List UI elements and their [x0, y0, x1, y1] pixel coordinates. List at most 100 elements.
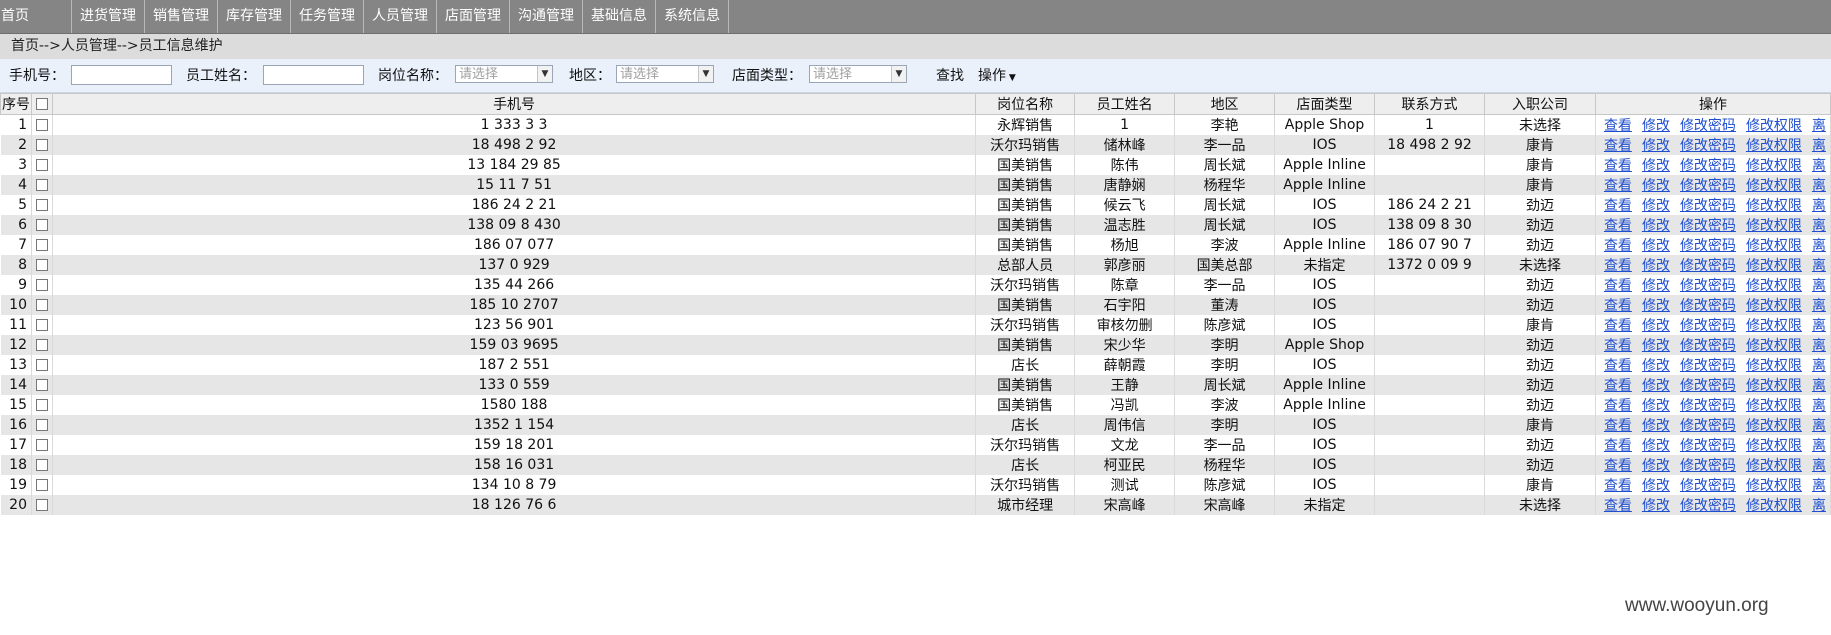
row-select-cell[interactable] — [31, 475, 53, 495]
resign-link[interactable]: 离 — [1812, 298, 1826, 314]
change-password-link[interactable]: 修改密码 — [1680, 458, 1736, 474]
change-permission-link[interactable]: 修改权限 — [1746, 138, 1802, 154]
nav-communication[interactable]: 沟通管理 — [510, 0, 583, 33]
row-select-cell[interactable] — [31, 255, 53, 275]
change-permission-link[interactable]: 修改权限 — [1746, 478, 1802, 494]
nav-basic-info[interactable]: 基础信息 — [583, 0, 656, 33]
resign-link[interactable]: 离 — [1812, 258, 1826, 274]
row-select-cell[interactable] — [31, 415, 53, 435]
change-permission-link[interactable]: 修改权限 — [1746, 338, 1802, 354]
row-select-cell[interactable] — [31, 215, 53, 235]
resign-link[interactable]: 离 — [1812, 118, 1826, 134]
view-link[interactable]: 查看 — [1604, 378, 1632, 394]
row-checkbox[interactable] — [35, 379, 48, 391]
resign-link[interactable]: 离 — [1812, 398, 1826, 414]
row-checkbox[interactable] — [35, 459, 48, 471]
resign-link[interactable]: 离 — [1812, 158, 1826, 174]
change-permission-link[interactable]: 修改权限 — [1746, 318, 1802, 334]
change-password-link[interactable]: 修改密码 — [1680, 418, 1736, 434]
change-password-link[interactable]: 修改密码 — [1680, 358, 1736, 374]
resign-link[interactable]: 离 — [1812, 278, 1826, 294]
view-link[interactable]: 查看 — [1604, 218, 1632, 234]
row-select-cell[interactable] — [31, 435, 53, 455]
row-checkbox[interactable] — [35, 159, 48, 171]
row-checkbox[interactable] — [35, 139, 48, 151]
edit-link[interactable]: 修改 — [1642, 178, 1670, 194]
resign-link[interactable]: 离 — [1812, 338, 1826, 354]
view-link[interactable]: 查看 — [1604, 118, 1632, 134]
row-checkbox[interactable] — [35, 399, 48, 411]
resign-link[interactable]: 离 — [1812, 458, 1826, 474]
nav-personnel[interactable]: 人员管理 — [364, 0, 437, 33]
row-select-cell[interactable] — [31, 275, 53, 295]
change-permission-link[interactable]: 修改权限 — [1746, 118, 1802, 134]
operations-menu-button[interactable]: 操作 ▼ — [978, 65, 1016, 89]
edit-link[interactable]: 修改 — [1642, 258, 1670, 274]
edit-link[interactable]: 修改 — [1642, 438, 1670, 454]
view-link[interactable]: 查看 — [1604, 358, 1632, 374]
change-password-link[interactable]: 修改密码 — [1680, 278, 1736, 294]
nav-tasks[interactable]: 任务管理 — [291, 0, 364, 33]
area-select[interactable]: 请选择 ▼ — [616, 65, 714, 83]
change-permission-link[interactable]: 修改权限 — [1746, 238, 1802, 254]
edit-link[interactable]: 修改 — [1642, 458, 1670, 474]
row-checkbox[interactable] — [35, 279, 48, 291]
view-link[interactable]: 查看 — [1604, 458, 1632, 474]
row-checkbox[interactable] — [35, 239, 48, 251]
employee-name-input[interactable] — [263, 65, 364, 85]
resign-link[interactable]: 离 — [1812, 438, 1826, 454]
row-select-cell[interactable] — [31, 495, 53, 515]
change-password-link[interactable]: 修改密码 — [1680, 218, 1736, 234]
edit-link[interactable]: 修改 — [1642, 118, 1670, 134]
view-link[interactable]: 查看 — [1604, 438, 1632, 454]
edit-link[interactable]: 修改 — [1642, 298, 1670, 314]
row-checkbox[interactable] — [35, 199, 48, 211]
view-link[interactable]: 查看 — [1604, 238, 1632, 254]
change-password-link[interactable]: 修改密码 — [1680, 158, 1736, 174]
nav-sales[interactable]: 销售管理 — [145, 0, 218, 33]
change-permission-link[interactable]: 修改权限 — [1746, 498, 1802, 514]
phone-input[interactable] — [71, 65, 172, 85]
row-checkbox[interactable] — [35, 499, 48, 511]
view-link[interactable]: 查看 — [1604, 138, 1632, 154]
resign-link[interactable]: 离 — [1812, 178, 1826, 194]
view-link[interactable]: 查看 — [1604, 398, 1632, 414]
change-password-link[interactable]: 修改密码 — [1680, 398, 1736, 414]
change-password-link[interactable]: 修改密码 — [1680, 138, 1736, 154]
row-select-cell[interactable] — [31, 335, 53, 355]
view-link[interactable]: 查看 — [1604, 278, 1632, 294]
change-password-link[interactable]: 修改密码 — [1680, 438, 1736, 454]
change-permission-link[interactable]: 修改权限 — [1746, 178, 1802, 194]
edit-link[interactable]: 修改 — [1642, 238, 1670, 254]
edit-link[interactable]: 修改 — [1642, 498, 1670, 514]
row-checkbox[interactable] — [35, 359, 48, 371]
change-password-link[interactable]: 修改密码 — [1680, 198, 1736, 214]
edit-link[interactable]: 修改 — [1642, 358, 1670, 374]
resign-link[interactable]: 离 — [1812, 138, 1826, 154]
nav-home[interactable]: 首页 — [0, 0, 72, 33]
row-select-cell[interactable] — [31, 135, 53, 155]
edit-link[interactable]: 修改 — [1642, 218, 1670, 234]
resign-link[interactable]: 离 — [1812, 198, 1826, 214]
row-checkbox[interactable] — [35, 219, 48, 231]
row-select-cell[interactable] — [31, 295, 53, 315]
row-checkbox[interactable] — [35, 119, 48, 131]
row-select-cell[interactable] — [31, 315, 53, 335]
change-password-link[interactable]: 修改密码 — [1680, 478, 1736, 494]
change-password-link[interactable]: 修改密码 — [1680, 378, 1736, 394]
resign-link[interactable]: 离 — [1812, 358, 1826, 374]
resign-link[interactable]: 离 — [1812, 218, 1826, 234]
change-permission-link[interactable]: 修改权限 — [1746, 158, 1802, 174]
change-password-link[interactable]: 修改密码 — [1680, 258, 1736, 274]
row-checkbox[interactable] — [35, 259, 48, 271]
edit-link[interactable]: 修改 — [1642, 398, 1670, 414]
nav-purchase[interactable]: 进货管理 — [72, 0, 145, 33]
change-permission-link[interactable]: 修改权限 — [1746, 458, 1802, 474]
edit-link[interactable]: 修改 — [1642, 278, 1670, 294]
resign-link[interactable]: 离 — [1812, 478, 1826, 494]
view-link[interactable]: 查看 — [1604, 338, 1632, 354]
view-link[interactable]: 查看 — [1604, 478, 1632, 494]
change-permission-link[interactable]: 修改权限 — [1746, 398, 1802, 414]
edit-link[interactable]: 修改 — [1642, 318, 1670, 334]
change-permission-link[interactable]: 修改权限 — [1746, 358, 1802, 374]
